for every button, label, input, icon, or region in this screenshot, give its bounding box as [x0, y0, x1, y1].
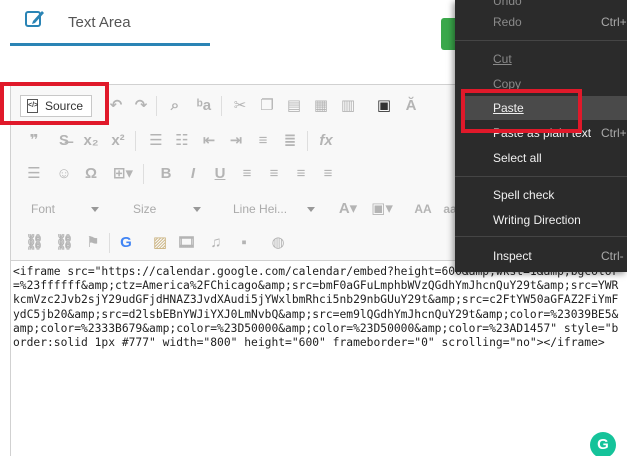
paste-highlight-box: [461, 89, 582, 133]
bulleted-list-icon[interactable]: ☷: [173, 132, 191, 150]
strikethrough-icon[interactable]: S̶: [55, 132, 73, 150]
image-icon[interactable]: ▨: [151, 234, 169, 252]
menu-item-redo[interactable]: Redo: [493, 11, 522, 33]
outdent-icon[interactable]: ≣: [281, 132, 299, 150]
paste-icon[interactable]: ▤: [285, 97, 303, 115]
find-icon[interactable]: ⌕: [166, 97, 184, 115]
font-select[interactable]: Font: [31, 199, 99, 219]
table-icon[interactable]: ⊞▾: [111, 165, 135, 183]
align-left-icon[interactable]: ≡: [238, 165, 256, 183]
menu-divider: [455, 236, 627, 237]
embed-icon[interactable]: ▪: [235, 234, 253, 252]
menu-item-writing-direction[interactable]: Writing Direction: [493, 209, 581, 231]
print-icon[interactable]: ▣: [375, 97, 393, 115]
align-right-icon[interactable]: ≡: [292, 165, 310, 183]
google-icon[interactable]: G: [117, 234, 135, 252]
uppercase-icon[interactable]: AA: [412, 200, 434, 218]
link-icon[interactable]: ⛓: [25, 234, 44, 252]
source-textarea[interactable]: <iframe src="https://calendar.google.com…: [11, 265, 627, 456]
toolbar-divider: [156, 96, 157, 116]
increase-indent-icon[interactable]: ⇥: [227, 132, 245, 150]
menu-item-select-all[interactable]: Select all: [493, 147, 542, 169]
bold-icon[interactable]: B: [157, 165, 175, 183]
paste-text-icon[interactable]: ▦: [312, 97, 330, 115]
toolbar-divider: [143, 164, 144, 184]
menu-item-cut[interactable]: Cut: [493, 48, 512, 70]
subscript-icon[interactable]: x₂: [82, 132, 100, 150]
line-height-select[interactable]: Line Hei...: [233, 199, 315, 219]
font-select-label: Font: [31, 202, 56, 216]
context-menu: Undo Redo Ctrl+ Cut Copy Paste Paste as …: [455, 0, 627, 272]
cut-icon[interactable]: ✂: [231, 97, 249, 115]
justify-icon[interactable]: ≡: [319, 165, 337, 183]
size-select-label: Size: [133, 202, 157, 216]
menu-item-inspect[interactable]: Inspect: [493, 245, 532, 267]
source-highlight-box: [0, 82, 109, 125]
unlink-icon[interactable]: ⛓: [55, 234, 74, 252]
inspect-shortcut: Ctrl-: [601, 249, 624, 263]
menu-item-spell-check[interactable]: Spell check: [493, 184, 554, 206]
formula-icon[interactable]: fx: [317, 132, 335, 150]
menu-divider: [455, 40, 627, 41]
grammarly-icon[interactable]: G: [590, 432, 616, 456]
chevron-down-icon: [91, 207, 99, 212]
menu-divider: [455, 176, 627, 177]
paste-plain-shortcut: Ctrl+: [601, 126, 627, 140]
undo-icon[interactable]: ↶: [107, 97, 125, 115]
background-color-icon[interactable]: ▣▾: [369, 200, 395, 218]
text-color-icon[interactable]: A▾: [335, 200, 361, 218]
menu-item-cut-label: Cut: [493, 52, 512, 66]
size-select[interactable]: Size: [133, 199, 201, 219]
chevron-down-icon: [193, 207, 201, 212]
spellcheck-icon[interactable]: Ӑ: [402, 97, 420, 115]
redo-icon[interactable]: ↷: [132, 97, 150, 115]
indent-icon[interactable]: ≡: [254, 132, 272, 150]
blockquote-icon[interactable]: ❞: [25, 132, 43, 150]
emoji-icon[interactable]: ☺: [55, 165, 73, 183]
numbered-list-icon[interactable]: ☰: [147, 132, 165, 150]
superscript-icon[interactable]: x²: [109, 132, 127, 150]
audio-icon[interactable]: ♫: [207, 234, 225, 252]
anchor-flag-icon[interactable]: ⚑: [84, 234, 102, 252]
italic-icon[interactable]: I: [184, 165, 202, 183]
iframe-icon[interactable]: ◍: [269, 234, 287, 252]
redo-shortcut: Ctrl+: [601, 15, 627, 29]
tab-text-area[interactable]: Text Area: [10, 0, 210, 46]
horizontal-line-icon[interactable]: ☰: [25, 165, 43, 183]
omega-icon[interactable]: Ω: [82, 165, 100, 183]
tab-label: Text Area: [68, 14, 131, 31]
paste-word-icon[interactable]: ▥: [339, 97, 357, 115]
video-icon[interactable]: 🎞: [177, 234, 196, 252]
replace-icon[interactable]: ᵇa: [195, 97, 213, 115]
decrease-indent-icon[interactable]: ⇤: [200, 132, 218, 150]
underline-icon[interactable]: U: [211, 165, 229, 183]
toolbar-divider: [135, 131, 136, 151]
align-center-icon[interactable]: ≡: [265, 165, 283, 183]
line-height-select-label: Line Hei...: [233, 202, 288, 216]
toolbar-divider: [307, 131, 308, 151]
chevron-down-icon: [307, 207, 315, 212]
copy-icon[interactable]: ❐: [258, 97, 276, 115]
toolbar-divider: [109, 233, 110, 253]
edit-icon: [25, 11, 44, 27]
toolbar-divider: [221, 96, 222, 116]
